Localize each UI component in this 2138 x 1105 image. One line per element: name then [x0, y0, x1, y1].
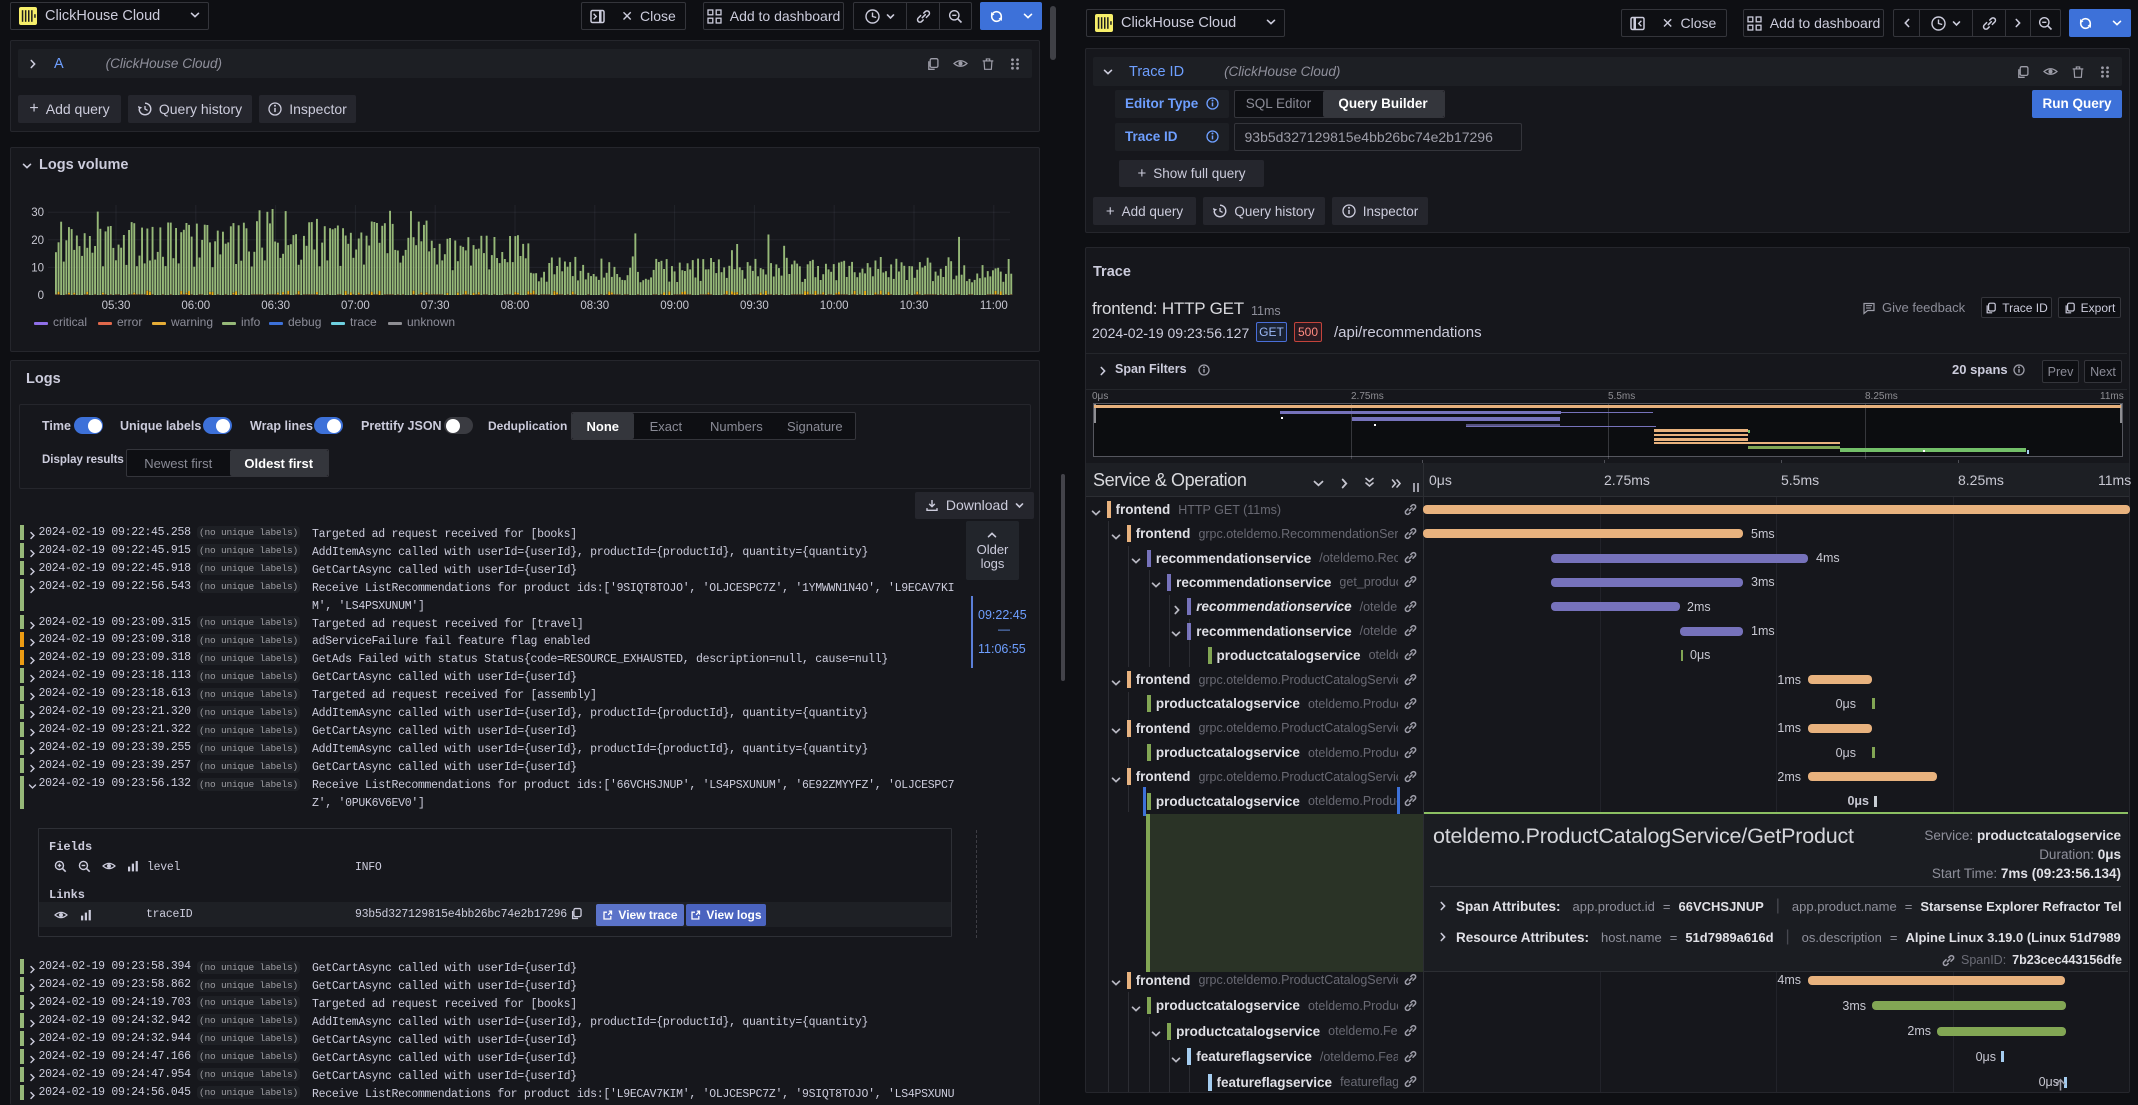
svg-text:20: 20: [31, 235, 44, 247]
svg-text:10:30: 10:30: [900, 300, 929, 312]
svg-text:10:00: 10:00: [820, 300, 849, 312]
svg-text:08:30: 08:30: [580, 300, 609, 312]
svg-text:08:00: 08:00: [501, 300, 530, 312]
svg-text:11:00: 11:00: [980, 300, 1008, 312]
svg-text:05:30: 05:30: [102, 300, 131, 312]
svg-text:07:30: 07:30: [421, 300, 450, 312]
svg-text:06:00: 06:00: [181, 300, 210, 312]
svg-text:07:00: 07:00: [341, 300, 370, 312]
svg-text:06:30: 06:30: [261, 300, 290, 312]
svg-text:09:00: 09:00: [660, 300, 689, 312]
svg-text:09:30: 09:30: [740, 300, 769, 312]
svg-text:0: 0: [38, 290, 44, 302]
svg-text:30: 30: [31, 207, 44, 219]
svg-text:10: 10: [31, 262, 44, 274]
